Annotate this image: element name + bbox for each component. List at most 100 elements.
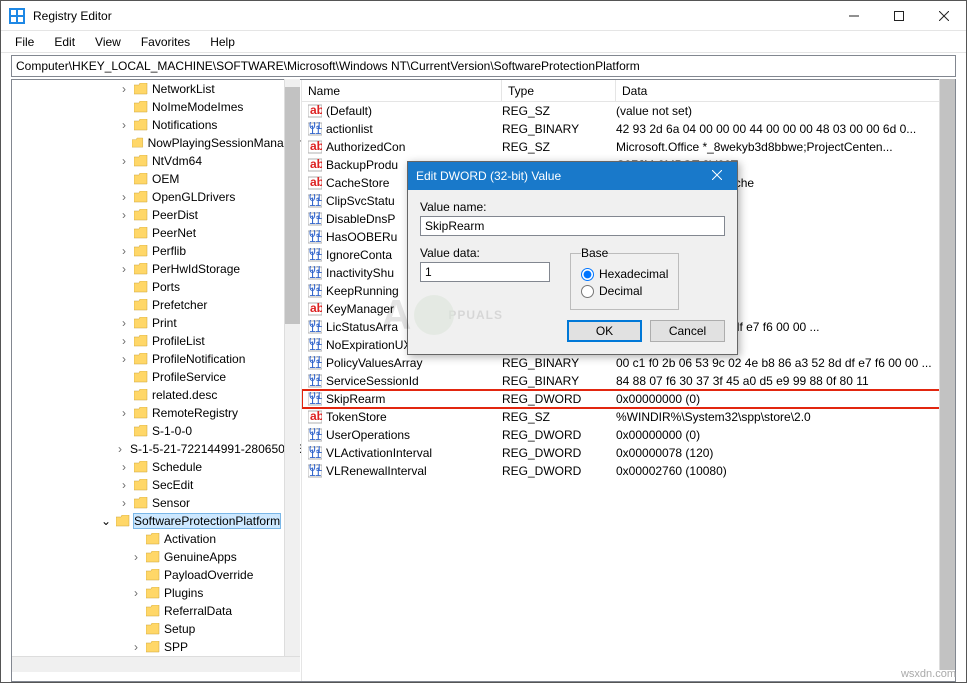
tree-item[interactable]: S-1-0-0 [12,422,301,440]
list-scrollbar[interactable] [939,79,955,670]
tree-item[interactable]: ›NetworkList [12,80,301,98]
tree-item[interactable]: ›PerHwIdStorage [12,260,301,278]
svg-text:ab: ab [310,104,322,117]
tree-item[interactable]: ›Perflib [12,242,301,260]
svg-text:ab: ab [310,176,322,189]
value-name-input[interactable] [420,216,725,236]
base-legend: Base [581,246,608,260]
tree-item[interactable]: ReferralData [12,602,301,620]
tree-item[interactable]: Ports [12,278,301,296]
value-name: (Default) [326,104,372,118]
tree-item[interactable]: PeerNet [12,224,301,242]
tree-item[interactable]: ProfileService [12,368,301,386]
tree-item[interactable]: Setup [12,620,301,638]
dialog-close-button[interactable] [705,169,729,183]
value-data-input[interactable] [420,262,550,282]
header-data[interactable]: Data [616,80,955,101]
svg-text:110: 110 [309,285,322,298]
dialog-titlebar[interactable]: Edit DWORD (32-bit) Value [408,162,737,190]
tree-item[interactable]: ›Schedule [12,458,301,476]
svg-text:110: 110 [309,123,322,136]
value-name: BackupProdu [326,158,398,172]
close-button[interactable] [921,1,966,31]
header-name[interactable]: Name [302,80,502,101]
minimize-button[interactable] [831,1,876,31]
maximize-button[interactable] [876,1,921,31]
ok-button[interactable]: OK [567,320,642,342]
titlebar: Registry Editor [1,1,966,31]
list-row[interactable]: 011110SkipRearmREG_DWORD0x00000000 (0) [302,390,955,408]
tree-item[interactable]: ›RemoteRegistry [12,404,301,422]
tree-hscrollbar[interactable] [12,656,300,672]
tree-item[interactable]: ›SecEdit [12,476,301,494]
tree-item[interactable]: PayloadOverride [12,566,301,584]
tree-item[interactable]: Prefetcher [12,296,301,314]
menu-edit[interactable]: Edit [44,33,85,51]
tree-item[interactable]: ›SPP [12,638,301,656]
svg-text:110: 110 [309,339,322,352]
tree-label: SPP [164,640,188,654]
list-row[interactable]: 011110VLRenewalIntervalREG_DWORD0x000027… [302,462,955,480]
tree-item[interactable]: ›Plugins [12,584,301,602]
tree-item[interactable]: ›OpenGLDrivers [12,188,301,206]
tree-item[interactable]: ›Notifications [12,116,301,134]
tree-item[interactable]: NoImeModeImes [12,98,301,116]
svg-text:110: 110 [309,465,322,478]
tree-label: OpenGLDrivers [152,190,235,204]
tree-item[interactable]: related.desc [12,386,301,404]
svg-text:110: 110 [309,357,322,370]
tree-label: NowPlayingSessionManager [148,136,301,150]
tree-label: PeerNet [152,226,196,240]
list-row[interactable]: abTokenStoreREG_SZ%WINDIR%\System32\spp\… [302,408,955,426]
value-name: SkipRearm [326,392,385,406]
tree-label: NoImeModeImes [152,100,243,114]
tree-item[interactable]: ›GenuineApps [12,548,301,566]
list-header[interactable]: Name Type Data [302,80,955,102]
svg-text:110: 110 [309,375,322,388]
tree-label: SoftwareProtectionPlatform [134,514,280,528]
tree-item[interactable]: ›PeerDist [12,206,301,224]
tree-item[interactable]: Activation [12,530,301,548]
list-row[interactable]: 011110PolicyValuesArrayREG_BINARY00 c1 f… [302,354,955,372]
list-row[interactable]: 011110actionlistREG_BINARY42 93 2d 6a 04… [302,120,955,138]
tree-item[interactable]: ›Print [12,314,301,332]
tree-item[interactable]: ›NtVdm64 [12,152,301,170]
menu-view[interactable]: View [85,33,131,51]
value-name: VLRenewalInterval [326,464,427,478]
tree-item[interactable]: ›Sensor [12,494,301,512]
tree-label: S-1-5-21-722144991-2806505255 [130,442,302,456]
tree-label: Schedule [152,460,202,474]
tree-view[interactable]: ›NetworkListNoImeModeImes›NotificationsN… [12,80,302,681]
tree-item[interactable]: NowPlayingSessionManager [12,134,301,152]
tree-item[interactable]: ›ProfileList [12,332,301,350]
value-type: REG_DWORD [502,392,616,406]
radio-hexadecimal[interactable] [581,268,594,281]
list-row[interactable]: 011110ServiceSessionIdREG_BINARY84 88 07… [302,372,955,390]
list-row[interactable]: ab(Default)REG_SZ(value not set) [302,102,955,120]
value-data: 84 88 07 f6 30 37 3f 45 a0 d5 e9 99 88 0… [616,374,955,388]
list-row[interactable]: abAuthorizedConREG_SZMicrosoft.Office *_… [302,138,955,156]
tree-item[interactable]: OEM [12,170,301,188]
tree-scrollbar[interactable] [284,79,300,670]
menu-help[interactable]: Help [200,33,245,51]
tree-item[interactable]: ›ProfileNotification [12,350,301,368]
list-row[interactable]: 011110VLActivationIntervalREG_DWORD0x000… [302,444,955,462]
app-icon [9,8,25,24]
menu-favorites[interactable]: Favorites [131,33,200,51]
value-data-label: Value data: [420,246,550,260]
radio-decimal[interactable] [581,285,594,298]
svg-text:110: 110 [309,213,322,226]
tree-label: Prefetcher [152,298,207,312]
address-bar[interactable]: Computer\HKEY_LOCAL_MACHINE\SOFTWARE\Mic… [11,55,956,77]
tree-item[interactable]: ›S-1-5-21-722144991-2806505255 [12,440,301,458]
tree-label: ReferralData [164,604,232,618]
tree-label: NtVdm64 [152,154,202,168]
radio-dec-label: Decimal [599,284,642,298]
header-type[interactable]: Type [502,80,616,101]
tree-item[interactable]: ⌄SoftwareProtectionPlatform [12,512,301,530]
tree-label: Notifications [152,118,217,132]
menu-file[interactable]: File [5,33,44,51]
list-row[interactable]: 011110UserOperationsREG_DWORD0x00000000 … [302,426,955,444]
cancel-button[interactable]: Cancel [650,320,725,342]
value-name-label: Value name: [420,200,725,214]
